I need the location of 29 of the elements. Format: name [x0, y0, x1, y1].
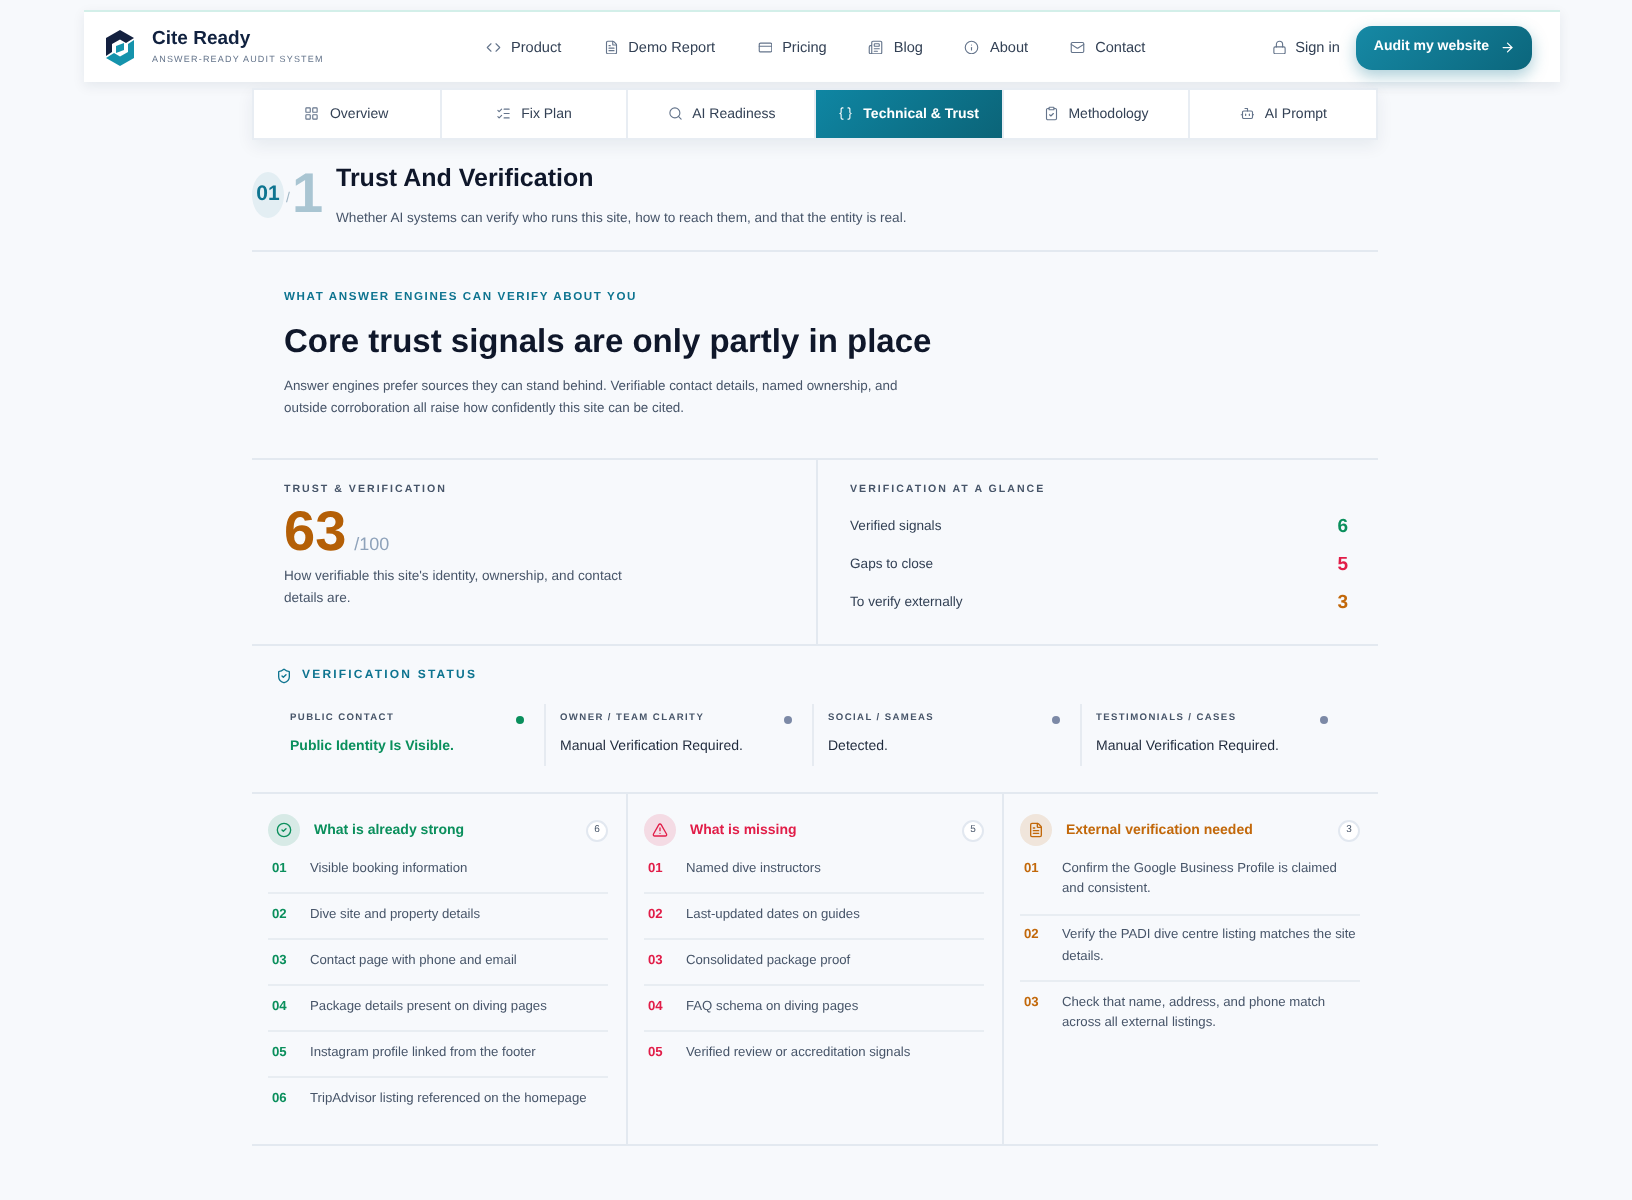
card-icon — [757, 39, 773, 55]
section-number: 01 — [252, 171, 284, 217]
glance-value: 6 — [1337, 516, 1348, 538]
clipboard-icon — [1043, 106, 1059, 122]
section-number-backdrop: 1 — [291, 166, 324, 222]
arrow-right-icon — [1499, 39, 1514, 55]
warning-icon — [644, 814, 676, 846]
score-max: /100 — [354, 534, 390, 554]
robot-icon — [1239, 106, 1255, 122]
newspaper-icon — [868, 39, 884, 55]
grid-icon — [304, 106, 320, 122]
search-icon — [667, 106, 683, 122]
logo-icon — [104, 29, 136, 65]
check-circle-icon — [268, 814, 300, 846]
summary-headline: Core trust signals are only partly in place — [284, 322, 934, 362]
shield-icon — [276, 668, 292, 684]
glance-value: 5 — [1337, 554, 1348, 576]
glance-value: 3 — [1337, 592, 1348, 614]
lock-icon — [1272, 39, 1288, 55]
mail-icon — [1070, 39, 1086, 55]
score-value: 63 — [284, 504, 347, 560]
code-icon — [486, 39, 501, 55]
document-icon — [603, 39, 619, 55]
section-title: Trust And Verification — [336, 164, 596, 194]
info-icon — [964, 39, 980, 55]
document-icon — [1020, 814, 1052, 846]
checklist-icon — [496, 106, 512, 122]
brand-name: Cite Ready — [152, 28, 253, 50]
braces-icon — [838, 106, 854, 122]
